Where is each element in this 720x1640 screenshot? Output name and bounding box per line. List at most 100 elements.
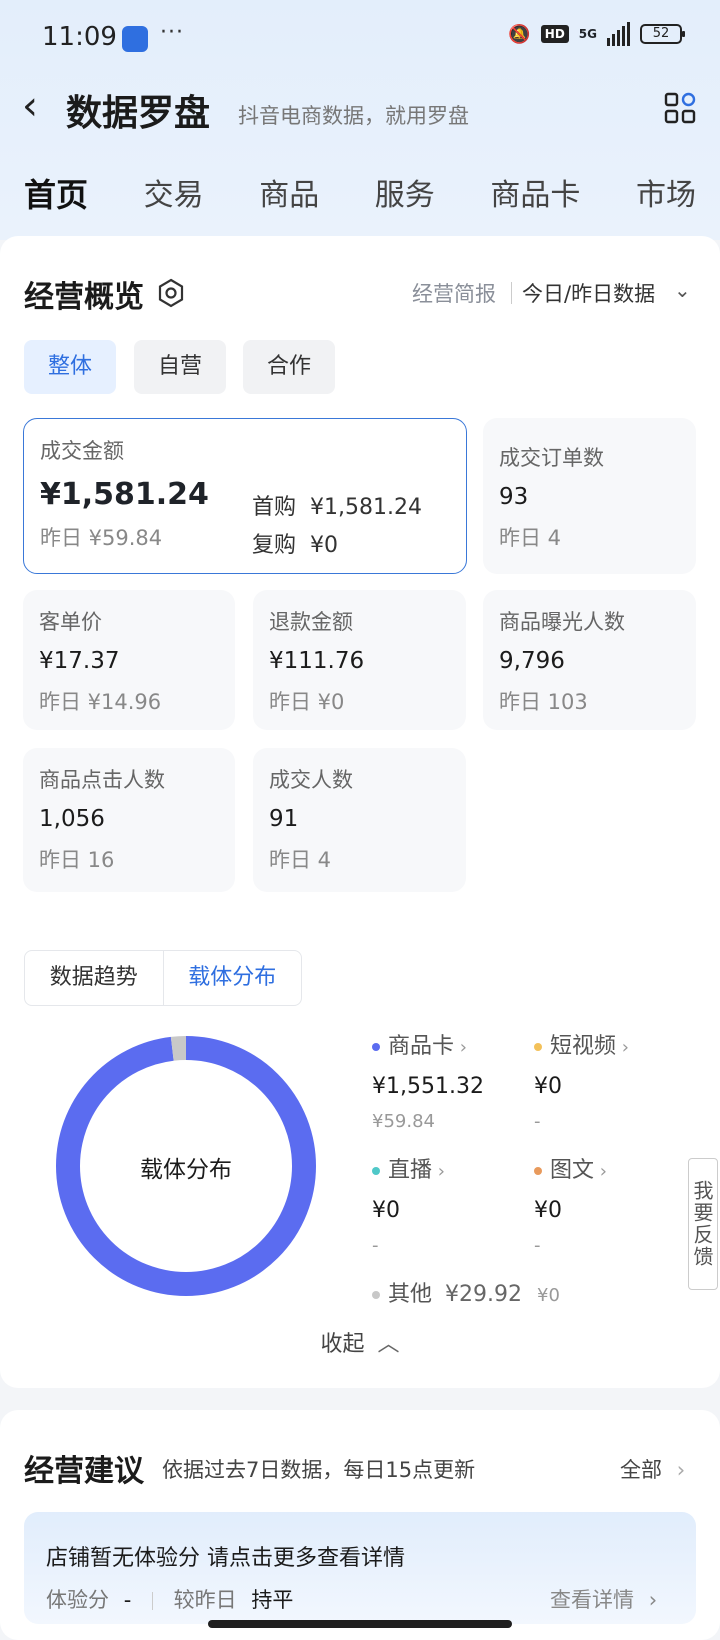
metric-yesterday: 昨日 103 [499,690,588,714]
legend-live[interactable]: 直播 › ¥0 - [372,1152,445,1256]
tab-product-card[interactable]: 商品卡 [490,170,580,216]
metric-label: 客单价 [39,610,102,634]
chevron-up-icon: ︿ [377,1332,400,1357]
metric-label: 成交订单数 [499,446,604,470]
legend-value: ¥0 [534,1074,562,1099]
more-notifications-icon: ··· [160,20,184,45]
metric-value: ¥111.76 [269,648,365,674]
first-purchase-value: ¥1,581.24 [310,495,422,520]
compare-label: 较昨日 [173,1588,237,1612]
legend-other[interactable]: 其他 ¥29.92 ¥0 [372,1276,560,1308]
status-time: 11:09 [42,22,117,52]
signal-icon [607,22,630,46]
legend-sub: - [534,1111,541,1132]
donut-center-label: 载体分布 [140,1157,232,1183]
collapse-label: 收起 [320,1332,365,1357]
segment-coop[interactable]: 合作 [243,340,335,394]
brief-link[interactable]: 经营简报 [412,278,496,308]
chevron-down-icon[interactable]: ⌄ [674,278,691,302]
divider [151,1592,153,1610]
battery-icon: 52 [640,24,685,44]
metric-sales[interactable]: 成交金额 ¥1,581.24 昨日 ¥59.84 首购 ¥1,581.24 复购… [23,418,467,574]
tip-text: 店铺暂无体验分 请点击更多查看详情 [46,1546,405,1571]
legend-value: ¥29.92 [445,1282,522,1307]
legend-dot [534,1167,542,1175]
advice-title: 经营建议 [24,1454,144,1489]
score-label: 体验分 [46,1588,109,1612]
legend-sub: ¥59.84 [372,1111,435,1132]
tab-service[interactable]: 服务 [375,170,435,216]
legend-sub: ¥0 [537,1285,560,1306]
advice-desc: 依据过去7日数据，每日15点更新 [162,1458,476,1482]
apps-grid-icon[interactable] [664,92,696,124]
legend-value: ¥1,551.32 [372,1074,484,1099]
metric-yesterday: 昨日 ¥59.84 [40,526,163,550]
metric-orders[interactable]: 成交订单数 93 昨日 4 [483,418,696,574]
divider [511,282,512,304]
metric-yesterday: 昨日 4 [269,848,332,872]
score-value: - [123,1588,132,1612]
page-title: 数据罗盘 [66,93,211,134]
metric-yesterday: 昨日 ¥14.96 [39,690,162,714]
metric-buyers[interactable]: 成交人数 91 昨日 4 [253,748,466,892]
detail-label: 查看详情 [550,1588,634,1612]
legend-dot [372,1043,380,1051]
chevron-right-icon: › [676,1458,686,1482]
tab-market[interactable]: 市场 [636,170,696,216]
metric-value: ¥17.37 [39,648,120,674]
metric-label: 成交金额 [40,439,124,463]
tab-trade[interactable]: 交易 [144,170,204,216]
legend-value: ¥0 [372,1198,400,1223]
page-subtitle: 抖音电商数据，就用罗盘 [238,104,469,128]
toggle-trend[interactable]: 数据趋势 [25,951,163,1005]
advice-all-link[interactable]: 全部 › [620,1454,685,1484]
app-notification-icon [122,26,148,52]
metric-label: 商品曝光人数 [499,610,625,634]
mute-icon: 🔕 [508,23,531,45]
hd-icon: HD [540,25,569,43]
view-detail-link[interactable]: 查看详情 › [550,1584,657,1614]
metric-clicks[interactable]: 商品点击人数 1,056 昨日 16 [23,748,235,892]
network-5g-icon: 5G [578,27,597,41]
metric-refund[interactable]: 退款金额 ¥111.76 昨日 ¥0 [253,590,466,730]
legend-graphic[interactable]: 图文 › ¥0 - [534,1152,607,1256]
legend-dot [534,1043,542,1051]
legend-dot [372,1291,380,1299]
tab-product[interactable]: 商品 [259,170,319,216]
collapse-button[interactable]: 收起 ︿ [0,1326,720,1358]
main-tabs: 首页 交易 商品 服务 商品卡 市场 [24,170,696,216]
date-range-select[interactable]: 今日/昨日数据 [522,278,655,308]
metric-label: 退款金额 [269,610,353,634]
metric-exposure[interactable]: 商品曝光人数 9,796 昨日 103 [483,590,696,730]
home-indicator[interactable] [208,1620,512,1628]
legend-sub: - [534,1235,541,1256]
metric-label: 商品点击人数 [39,768,165,792]
legend-product-card[interactable]: 商品卡 › ¥1,551.32 ¥59.84 [372,1028,484,1132]
metric-aov[interactable]: 客单价 ¥17.37 昨日 ¥14.96 [23,590,235,730]
metric-value: 9,796 [499,648,565,674]
metric-yesterday: 昨日 16 [39,848,115,872]
legend-sub: - [372,1235,379,1256]
segment-self[interactable]: 自营 [134,340,226,394]
chevron-right-icon: › [648,1588,658,1612]
back-icon[interactable]: ‹ [22,86,38,126]
metric-label: 成交人数 [269,768,353,792]
metric-yesterday: 昨日 4 [499,526,562,550]
toggle-carrier[interactable]: 载体分布 [162,951,302,1005]
repeat-purchase-value: ¥0 [310,533,339,558]
metric-value: 93 [499,484,529,510]
compare-value: 持平 [251,1588,294,1612]
view-toggle: 数据趋势 载体分布 [24,950,302,1006]
overview-title: 经营概览 [24,280,144,315]
repeat-purchase-label: 复购 [252,533,297,558]
first-purchase-label: 首购 [252,495,297,520]
segment-all[interactable]: 整体 [24,340,116,394]
legend-short-video[interactable]: 短视频 › ¥0 - [534,1028,629,1132]
all-label: 全部 [620,1458,662,1482]
tab-home[interactable]: 首页 [24,170,88,216]
settings-icon[interactable] [156,278,186,308]
feedback-button[interactable]: 我要反馈 [688,1158,718,1290]
metric-yesterday: 昨日 ¥0 [269,690,345,714]
legend-value: ¥0 [534,1198,562,1223]
metric-value: 1,056 [39,806,105,832]
